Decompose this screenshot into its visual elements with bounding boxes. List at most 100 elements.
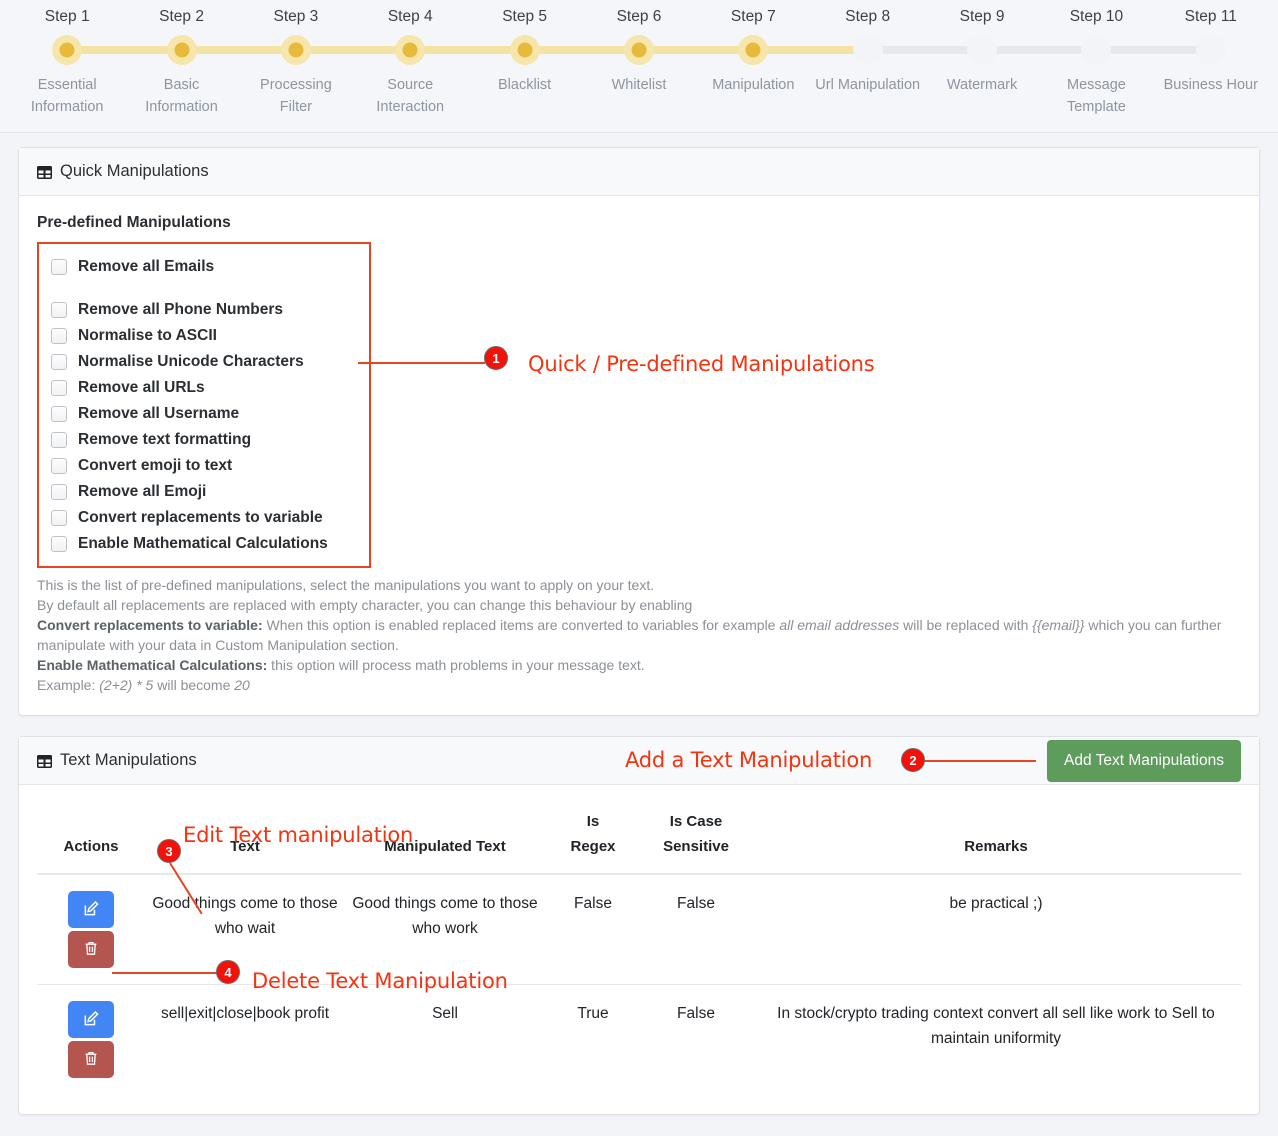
step-dot <box>52 35 83 65</box>
checkbox-label: Remove all Phone Numbers <box>78 301 284 318</box>
column-header-manipulated-text: Manipulated Text <box>345 803 545 875</box>
quick-manipulations-body: Pre-defined Manipulations Remove all Ema… <box>19 196 1259 715</box>
predefined-manipulation-row[interactable]: Enable Mathematical Calculations <box>51 531 357 557</box>
step-number-label: Step 3 <box>273 8 319 25</box>
stepper-step-3[interactable]: Step 3 Processing Filter <box>239 8 411 118</box>
help-line-4-term: Enable Mathematical Calculations: <box>37 657 268 673</box>
stepper-step-9[interactable]: Step 9 Watermark <box>925 8 1097 118</box>
help-line-5: Example: (2+2) * 5 will become 20 <box>37 675 1237 695</box>
delete-row-button[interactable] <box>68 1041 114 1078</box>
row-manipulated-text: Sell <box>432 1005 458 1022</box>
table-row: sell|exit|close|book profit Sell True False… <box>37 985 1241 1095</box>
stepper-step-2[interactable]: Step 2 Basic Information <box>124 8 296 118</box>
checkbox-label: Normalise to ASCII <box>78 327 217 344</box>
stepper-step-7[interactable]: Step 7 Manipulation <box>696 8 868 118</box>
predefined-manipulation-row[interactable]: Remove all Phone Numbers <box>51 297 357 323</box>
text-manipulations-header: Text Manipulations Add Text Manipulation… <box>19 737 1259 785</box>
predefined-manipulation-row[interactable]: Remove all URLs <box>51 375 357 401</box>
edit-row-button[interactable] <box>68 1001 114 1038</box>
step-name-label: Processing Filter <box>260 77 332 115</box>
stepper-track: Step 1 Essential Information Step 2 Basic I… <box>0 8 1278 118</box>
is-regex-line1: Is <box>586 813 600 830</box>
stepper-step-1[interactable]: Step 1 Essential Information <box>10 8 182 118</box>
checkbox-icon[interactable] <box>51 328 67 344</box>
delete-row-button[interactable] <box>68 931 114 968</box>
step-dot <box>1081 35 1112 65</box>
stepper-step-6[interactable]: Step 6 Whitelist <box>582 8 754 118</box>
row-manipulated-text: Good things come to those who work <box>345 874 545 985</box>
checkbox-icon[interactable] <box>51 259 67 275</box>
step-number-label: Step 6 <box>616 8 662 25</box>
edit-row-button[interactable] <box>68 891 114 928</box>
checkbox-icon[interactable] <box>51 432 67 448</box>
step-number-label: Step 2 <box>159 8 204 25</box>
text-manipulations-card: Text Manipulations Add Text Manipulation… <box>18 736 1260 1115</box>
checkbox-icon[interactable] <box>51 406 67 422</box>
stepper-step-4[interactable]: Step 4 Source Interaction <box>353 8 525 118</box>
help-line-3-b: will be replaced with <box>899 617 1033 633</box>
step-dot <box>395 35 426 65</box>
step-name-label: Blacklist <box>498 77 552 93</box>
edit-pencil-icon <box>83 1010 100 1030</box>
stepper-step-5[interactable]: Step 5 Blacklist <box>467 8 639 118</box>
help-line-4: Enable Mathematical Calculations: this o… <box>37 655 1237 675</box>
checkbox-label: Remove all Emails <box>78 258 215 275</box>
help-line-3-em1: all email addresses <box>779 617 900 633</box>
step-name-label: Basic Information <box>145 77 218 115</box>
stepper-step-11[interactable]: Step 11 Business Hour <box>1154 8 1268 118</box>
step-name-label: Manipulation <box>712 77 795 93</box>
checkbox-icon[interactable] <box>51 458 67 474</box>
step-dot-row <box>353 35 525 65</box>
row-is-case-sensitive: False <box>641 874 751 985</box>
row-text: sell|exit|close|book profit <box>160 1005 330 1022</box>
row-is-regex: True <box>577 1005 609 1022</box>
step-dot-row <box>811 35 983 65</box>
row-text: Good things come to those who wait <box>145 874 345 985</box>
stepper-step-10[interactable]: Step 10 Message Template <box>1039 8 1211 118</box>
column-header-remarks: Remarks <box>751 803 1241 875</box>
is-regex-line2: Regex <box>570 838 616 855</box>
step-name-label: Url Manipulation <box>815 77 921 93</box>
checkbox-label: Convert replacements to variable <box>78 509 323 526</box>
step-name-label: Message Template <box>1066 77 1126 115</box>
step-dot-row <box>696 35 868 65</box>
edit-pencil-icon <box>83 900 100 920</box>
is-case-line1: Is Case <box>669 813 723 830</box>
help-line-3-a: When this option is enabled replaced ite… <box>262 617 780 633</box>
checkbox-label: Convert emoji to text <box>78 457 233 474</box>
help-line-5-em1: (2+2) * 5 <box>99 677 154 693</box>
predefined-manipulation-row[interactable]: Normalise to ASCII <box>51 323 357 349</box>
checkbox-icon[interactable] <box>51 380 67 396</box>
step-dot <box>852 35 883 65</box>
column-header-is-regex: Is Regex <box>545 803 641 875</box>
predefined-manipulation-row[interactable]: Remove all Emoji <box>51 479 357 505</box>
checkbox-icon[interactable] <box>51 302 67 318</box>
stepper-step-8[interactable]: Step 8 Url Manipulation <box>811 8 983 118</box>
step-name-label: Whitelist <box>611 77 667 93</box>
checkbox-icon[interactable] <box>51 510 67 526</box>
step-number-label: Step 8 <box>845 8 891 25</box>
table-grid-icon <box>37 166 52 179</box>
predefined-manipulation-row[interactable]: Remove text formatting <box>51 427 357 453</box>
predefined-manipulation-row[interactable]: Remove all Emails <box>51 254 357 280</box>
step-dot-row <box>124 35 296 65</box>
checkbox-icon[interactable] <box>51 354 67 370</box>
predefined-manipulation-row[interactable]: Remove all Username <box>51 401 357 427</box>
predefined-manipulation-row[interactable]: Convert emoji to text <box>51 453 357 479</box>
step-dot <box>280 35 311 65</box>
table-row: Good things come to those who wait Good t… <box>37 874 1241 985</box>
is-case-line2: Sensitive <box>663 838 729 855</box>
row-is-regex: False <box>545 874 641 985</box>
quick-manipulations-title: Quick Manipulations <box>60 162 209 180</box>
add-text-manipulations-button[interactable]: Add Text Manipulations <box>1047 739 1241 782</box>
predefined-manipulation-row[interactable]: Convert replacements to variable <box>51 505 357 531</box>
checkbox-label: Enable Mathematical Calculations <box>78 535 328 552</box>
help-line-1: This is the list of pre-defined manipula… <box>37 577 655 593</box>
text-manipulations-title: Text Manipulations <box>60 751 197 769</box>
step-dot-row <box>582 35 754 65</box>
checkbox-icon[interactable] <box>51 484 67 500</box>
checkbox-icon[interactable] <box>51 536 67 552</box>
predefined-manipulation-row[interactable]: Normalise Unicode Characters <box>51 349 357 375</box>
step-name-label: Source Interaction <box>376 77 445 115</box>
column-header-actions: Actions <box>37 803 145 875</box>
